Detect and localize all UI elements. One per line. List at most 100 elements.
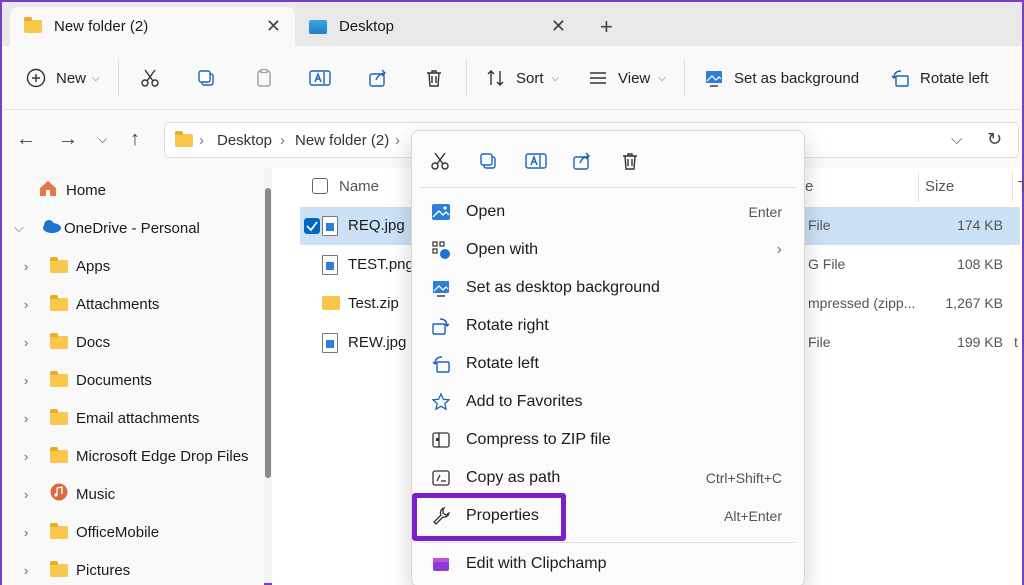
back-arrow-icon[interactable]: ← — [16, 128, 36, 151]
file-size: 174 KB — [957, 217, 1003, 233]
copy-icon — [194, 66, 218, 90]
menu-item-label: Rotate left — [466, 355, 539, 373]
chevron-right-icon[interactable]: › — [24, 487, 38, 502]
chevron-right-icon[interactable]: › — [24, 525, 38, 540]
rename-icon[interactable] — [524, 149, 548, 173]
breadcrumb-separator: › — [395, 132, 400, 149]
sort-label: Sort — [516, 70, 544, 87]
menu-item-open-with[interactable]: Open with › — [418, 231, 798, 269]
paste-button[interactable] — [252, 46, 276, 110]
menu-item-open[interactable]: Open Enter — [418, 193, 798, 231]
zip-folder-icon — [322, 296, 340, 310]
menu-item-rotate-left[interactable]: Rotate left — [418, 345, 798, 383]
sidebar-item-onedrive[interactable]: ⌵ OneDrive - Personal — [2, 209, 260, 247]
recent-chevron-icon[interactable]: ⌵ — [98, 132, 107, 147]
trash-icon — [422, 66, 446, 90]
music-icon — [50, 483, 68, 505]
cut-icon[interactable] — [428, 149, 452, 173]
row-checkbox[interactable] — [304, 218, 320, 234]
chevron-down-icon[interactable]: ⌵ — [14, 220, 28, 236]
sidebar-item-label: Email attachments — [76, 410, 199, 427]
sidebar-item-label: Docs — [76, 334, 110, 351]
sidebar-item-officemobile[interactable]: › OfficeMobile — [2, 513, 260, 551]
view-button[interactable]: View ⌵ — [586, 46, 666, 110]
sidebar-scrollbar[interactable] — [265, 188, 271, 478]
chevron-right-icon[interactable]: › — [24, 449, 38, 464]
new-tab-button[interactable]: + — [600, 14, 613, 40]
sort-button[interactable]: Sort ⌵ — [484, 46, 559, 110]
column-divider — [918, 172, 919, 202]
menu-item-label: Open — [466, 203, 505, 221]
sidebar-item-label: Apps — [76, 258, 110, 275]
desktop-background-icon — [430, 277, 452, 299]
folder-icon — [175, 134, 193, 147]
folder-icon — [50, 374, 68, 387]
tab-desktop[interactable]: Desktop ✕ — [295, 7, 580, 46]
sidebar-item-edge-drop-files[interactable]: › Microsoft Edge Drop Files — [2, 437, 260, 475]
cloud-icon — [40, 219, 62, 237]
close-icon[interactable]: ✕ — [266, 16, 281, 37]
up-arrow-icon[interactable]: ↑ — [130, 128, 140, 151]
rotate-left-button[interactable]: Rotate left — [888, 46, 988, 110]
tab-bar: New folder (2) ✕ Desktop ✕ + — [2, 2, 1022, 46]
properties-highlight-box — [412, 493, 566, 541]
sidebar-item-email-attachments[interactable]: › Email attachments — [2, 399, 260, 437]
column-header-size[interactable]: Size — [925, 178, 954, 195]
refresh-icon[interactable]: ↻ — [987, 129, 1002, 150]
divider — [118, 60, 119, 96]
chevron-right-icon[interactable]: › — [24, 563, 38, 578]
navigation-pane: Home ⌵ OneDrive - Personal › Apps › Atta… — [2, 168, 264, 585]
select-all-checkbox[interactable] — [312, 178, 328, 194]
new-button[interactable]: New ⌵ — [24, 46, 100, 110]
file-size: 108 KB — [957, 256, 1003, 272]
chevron-right-icon[interactable]: › — [24, 259, 38, 274]
shortcut-label: Ctrl+Shift+C — [706, 470, 782, 486]
breadcrumb-new-folder[interactable]: New folder (2) — [295, 132, 389, 149]
chevron-right-icon[interactable]: › — [24, 297, 38, 312]
image-file-icon — [322, 333, 338, 353]
sidebar-item-home[interactable]: Home — [2, 171, 260, 209]
menu-item-label: Add to Favorites — [466, 393, 583, 411]
file-type: G File — [808, 256, 845, 272]
sidebar-item-attachments[interactable]: › Attachments — [2, 285, 260, 323]
chevron-right-icon[interactable]: › — [24, 411, 38, 426]
menu-item-compress-zip[interactable]: Compress to ZIP file — [418, 421, 798, 459]
cut-button[interactable] — [138, 46, 162, 110]
tab-new-folder-2[interactable]: New folder (2) ✕ — [10, 7, 295, 46]
folder-icon — [50, 412, 68, 425]
sidebar-item-docs[interactable]: › Docs — [2, 323, 260, 361]
column-header-name[interactable]: Name — [339, 178, 379, 195]
column-header-extra[interactable]: T — [1018, 178, 1024, 195]
menu-item-label: Rotate right — [466, 317, 549, 335]
trash-icon[interactable] — [618, 149, 642, 173]
folder-icon — [50, 564, 68, 577]
file-name: REQ.jpg — [348, 217, 405, 234]
sidebar-item-documents[interactable]: › Documents — [2, 361, 260, 399]
file-type: File — [808, 217, 831, 233]
chevron-right-icon[interactable]: › — [24, 373, 38, 388]
share-icon[interactable] — [570, 149, 594, 173]
chevron-right-icon[interactable]: › — [24, 335, 38, 350]
sidebar-item-apps[interactable]: › Apps — [2, 247, 260, 285]
copy-icon[interactable] — [476, 149, 500, 173]
set-as-background-button[interactable]: Set as background — [702, 46, 859, 110]
breadcrumb-desktop[interactable]: Desktop — [217, 132, 272, 149]
column-header-type[interactable]: e — [805, 178, 813, 195]
share-button[interactable] — [366, 46, 390, 110]
menu-item-edit-with-clipchamp[interactable]: Edit with Clipchamp — [418, 545, 798, 583]
menu-item-rotate-right[interactable]: Rotate right — [418, 307, 798, 345]
rename-button[interactable] — [308, 46, 332, 110]
divider — [466, 60, 467, 96]
menu-item-set-desktop-background[interactable]: Set as desktop background — [418, 269, 798, 307]
sidebar-item-music[interactable]: › Music — [2, 475, 260, 513]
delete-button[interactable] — [422, 46, 446, 110]
forward-arrow-icon[interactable]: → — [58, 128, 78, 151]
menu-item-copy-as-path[interactable]: Copy as path Ctrl+Shift+C — [418, 459, 798, 497]
close-icon[interactable]: ✕ — [551, 16, 566, 37]
menu-item-add-to-favorites[interactable]: Add to Favorites — [418, 383, 798, 421]
copy-path-icon — [430, 467, 452, 489]
chevron-down-icon[interactable]: ⌵ — [951, 131, 962, 148]
copy-button[interactable] — [194, 46, 218, 110]
tab-label: New folder (2) — [54, 18, 148, 35]
sidebar-item-pictures[interactable]: › Pictures — [2, 551, 260, 585]
